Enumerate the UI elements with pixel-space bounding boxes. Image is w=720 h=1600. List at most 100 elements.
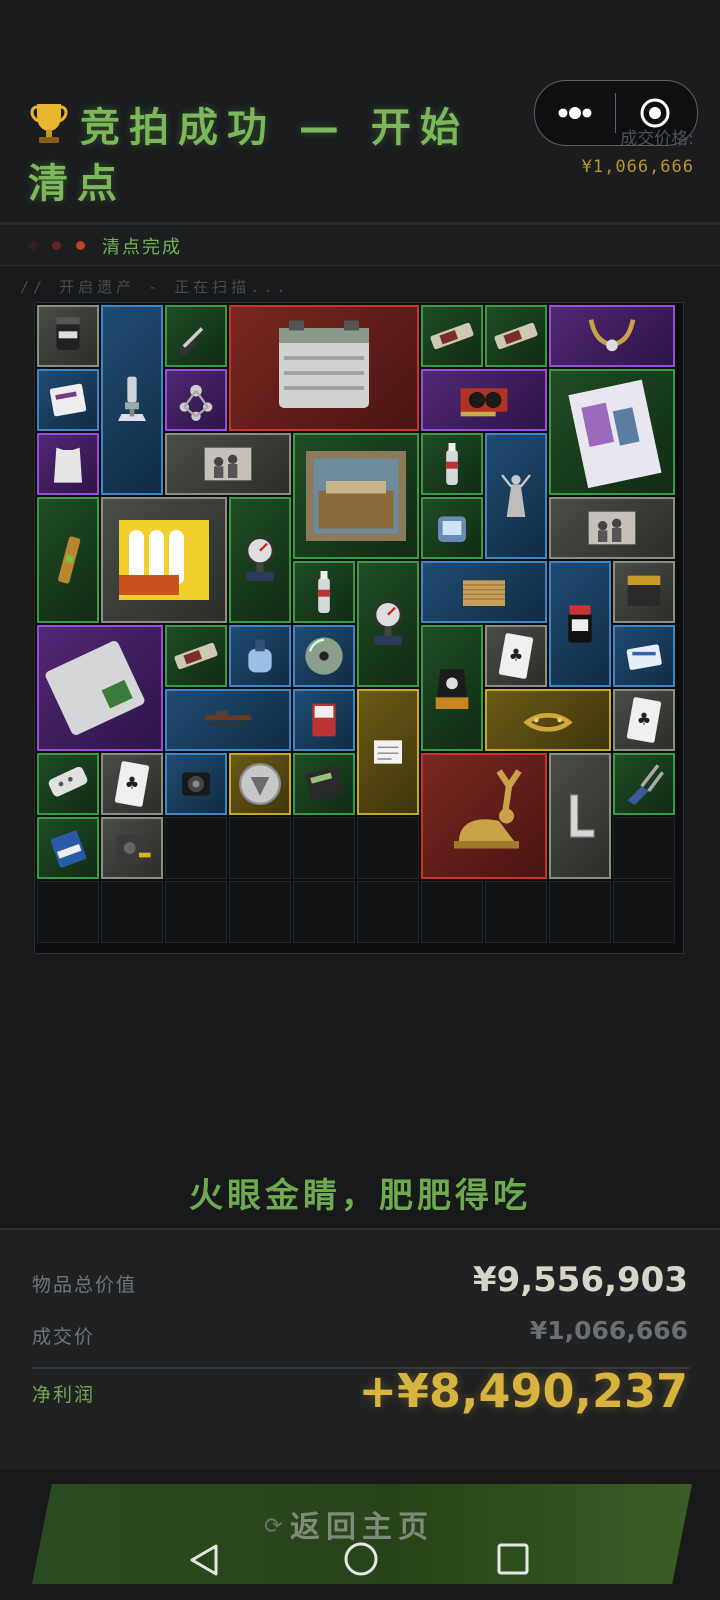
inventory-item-pressure-gauge[interactable] <box>229 497 291 623</box>
wicker-mat-icon <box>463 580 505 606</box>
ink-bottle-icon <box>568 605 592 643</box>
grid-cell <box>229 881 291 943</box>
header: 竞拍成功 — 开始清点 成交价格: ¥1,066,666 <box>0 0 720 222</box>
calculator-icon <box>305 766 343 802</box>
more-dots-icon[interactable] <box>555 99 595 127</box>
old-photo-icon <box>588 511 636 545</box>
inventory-item-coin[interactable] <box>229 753 291 815</box>
hard-drive-icon <box>45 641 145 735</box>
inventory-item-device[interactable] <box>421 497 483 559</box>
playing-card-icon: ♣ <box>114 761 150 807</box>
inventory-item-snack-bar[interactable] <box>485 305 547 367</box>
pliers-icon <box>627 764 665 805</box>
tape-measure-icon <box>115 834 151 862</box>
nails-box-icon <box>627 575 661 606</box>
recent-square-icon[interactable] <box>496 1542 530 1576</box>
vest-plate-icon <box>54 447 82 483</box>
status-dot-1 <box>28 241 37 250</box>
document-icon <box>374 740 402 764</box>
inventory-item-protein-jar[interactable] <box>37 305 99 367</box>
inventory-item-playing-card[interactable]: ♣ <box>613 689 675 751</box>
grid-cell <box>37 881 99 943</box>
inventory-item-spirit-level[interactable] <box>37 497 99 623</box>
inventory-item-medicine-pack[interactable] <box>37 369 99 431</box>
inventory-item-battery-9v[interactable] <box>37 817 99 879</box>
battery-9v-icon <box>50 830 87 868</box>
inventory-item-water-bottle[interactable] <box>293 561 355 623</box>
pressure-gauge-icon <box>374 600 402 645</box>
cd-disc-icon <box>305 637 343 675</box>
inventory-item-rifle-parts[interactable] <box>165 689 291 751</box>
inventory-item-snack-bar[interactable] <box>165 625 227 687</box>
grid-cell <box>613 817 675 879</box>
inventory-item-sd-card[interactable] <box>293 689 355 751</box>
inventory-item-pill-box[interactable] <box>613 625 675 687</box>
trophy-icon <box>28 100 72 150</box>
inventory-item-document[interactable] <box>357 689 419 815</box>
grid-cell <box>485 881 547 943</box>
grid-cell <box>229 817 291 879</box>
grid-cell <box>421 881 483 943</box>
deal-price-label: 成交价 <box>32 1326 96 1348</box>
inventory-item-candles[interactable] <box>101 497 227 623</box>
snack-bar-icon <box>174 642 218 670</box>
device-icon <box>438 516 466 542</box>
page-title: 竞拍成功 — 开始清点 <box>28 100 498 212</box>
back-triangle-icon[interactable] <box>186 1542 222 1578</box>
laurel-crown-icon <box>523 713 573 732</box>
status-text: 清点完成 <box>102 237 182 258</box>
inventory-item-molecule-model[interactable] <box>165 369 227 431</box>
inventory-item-old-photo[interactable] <box>549 497 675 559</box>
inventory-item-coffee-bag[interactable] <box>421 625 483 751</box>
screwdriver-icon <box>179 327 204 356</box>
inventory-item-car-battery[interactable] <box>229 305 419 431</box>
inventory-item-screwdriver[interactable] <box>165 305 227 367</box>
inventory-item-playing-card[interactable]: ♣ <box>101 753 163 815</box>
medicine-pack-icon <box>49 383 87 417</box>
inventory-item-playing-card[interactable]: ♣ <box>485 625 547 687</box>
action-camera-icon <box>182 772 210 796</box>
playing-card-icon: ♣ <box>498 633 534 679</box>
inventory-item-golden-deer[interactable] <box>421 753 547 879</box>
inventory-item-pliers[interactable] <box>613 753 675 815</box>
snack-bar-icon <box>430 322 474 350</box>
inventory-item-magazine[interactable] <box>549 369 675 495</box>
old-photo-icon <box>204 447 252 481</box>
grid-cell <box>357 881 419 943</box>
fuel-tank-icon <box>248 639 272 673</box>
inventory-item-statue[interactable] <box>485 433 547 559</box>
inventory-item-water-bottle[interactable] <box>421 433 483 495</box>
inventory-item-snack-bar[interactable] <box>421 305 483 367</box>
inventory-item-action-camera[interactable] <box>165 753 227 815</box>
inventory-item-ink-bottle[interactable] <box>549 561 611 687</box>
price-value: ¥1,066,666 <box>581 157 694 177</box>
inventory-item-nails-box[interactable] <box>613 561 675 623</box>
inventory-item-painting[interactable] <box>293 433 419 559</box>
square-ruler-icon <box>570 794 595 838</box>
inventory-item-wicker-mat[interactable] <box>421 561 547 623</box>
inventory-item-pressure-gauge[interactable] <box>357 561 419 687</box>
inventory-item-microscope[interactable] <box>101 305 163 495</box>
total-value: ¥9,556,903 <box>472 1260 688 1300</box>
inventory-item-graphics-card[interactable] <box>421 369 547 431</box>
capsule-divider <box>615 93 616 133</box>
deal-price-value: ¥1,066,666 <box>529 1316 688 1345</box>
price-label: 成交价格: <box>620 129 694 149</box>
inventory-item-cd-disc[interactable] <box>293 625 355 687</box>
inventory-item-fuel-tank[interactable] <box>229 625 291 687</box>
inventory-item-hard-drive[interactable] <box>37 625 163 751</box>
inventory-item-tape-measure[interactable] <box>101 817 163 879</box>
inventory-item-calculator[interactable] <box>293 753 355 815</box>
grid-cell <box>357 817 419 879</box>
inventory-item-square-ruler[interactable] <box>549 753 611 879</box>
home-circle-icon[interactable] <box>342 1540 380 1578</box>
grid-cell <box>101 881 163 943</box>
inventory-grid: ♣ ♣ ♣ <box>34 302 684 954</box>
inventory-item-power-strip[interactable] <box>37 753 99 815</box>
inventory-item-horn-necklace[interactable] <box>549 305 675 367</box>
inventory-item-old-photo[interactable] <box>165 433 291 495</box>
rifle-parts-icon <box>204 710 252 726</box>
inventory-item-vest-plate[interactable] <box>37 433 99 495</box>
inventory-item-laurel-crown[interactable] <box>485 689 611 751</box>
pill-box-icon <box>626 644 662 670</box>
